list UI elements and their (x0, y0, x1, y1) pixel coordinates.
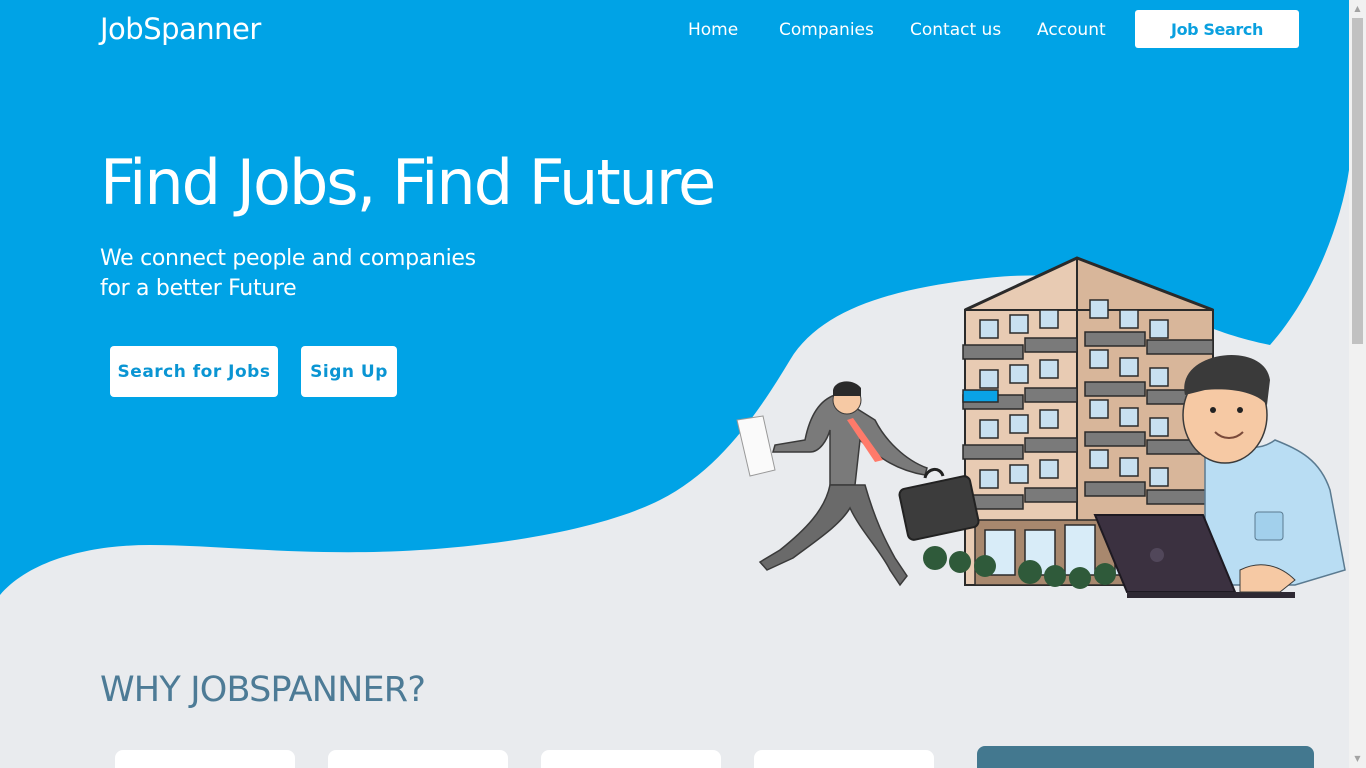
search-for-jobs-button[interactable]: Search for Jobs (110, 346, 278, 397)
nav-companies[interactable]: Companies (779, 20, 874, 40)
nav-home[interactable]: Home (688, 20, 738, 40)
section-title: WHY JOBSPANNER? (100, 670, 426, 710)
brand-logo[interactable]: JobSpanner (100, 12, 261, 46)
feature-card (754, 750, 934, 768)
sign-up-button[interactable]: Sign Up (301, 346, 397, 397)
job-search-button[interactable]: Job Search (1135, 10, 1299, 48)
highlight-card (977, 746, 1314, 768)
nav-contact-us[interactable]: Contact us (910, 20, 1001, 40)
scroll-up-arrow-icon[interactable]: ▲ (1352, 3, 1363, 15)
scroll-down-arrow-icon[interactable]: ▼ (1352, 753, 1363, 765)
hero-illustration (736, 256, 1346, 598)
feature-card (328, 750, 508, 768)
hero-title: Find Jobs, Find Future (100, 146, 716, 219)
vertical-scrollbar[interactable]: ▲ ▼ (1349, 0, 1366, 768)
landing-page: JobSpanner Home Companies Contact us Acc… (0, 0, 1349, 768)
nav-account[interactable]: Account (1037, 20, 1106, 40)
hero-subtitle-line-2: for a better Future (100, 276, 297, 301)
scrollbar-thumb[interactable] (1352, 18, 1363, 344)
feature-card (541, 750, 721, 768)
feature-card (115, 750, 295, 768)
hero-subtitle: We connect people and companies for a be… (100, 244, 500, 304)
hero-subtitle-line-1: We connect people and companies (100, 246, 476, 271)
